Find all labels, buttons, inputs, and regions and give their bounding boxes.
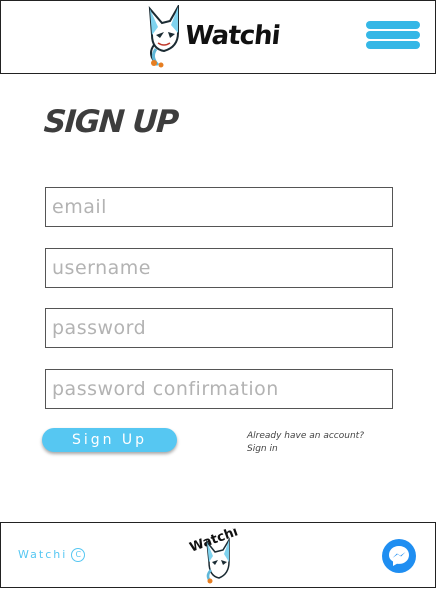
site-header: Watchi	[0, 0, 436, 74]
footer-brand-text: Watchi	[18, 548, 68, 561]
messenger-glyph-icon	[389, 546, 409, 566]
footer-brand: Watchi C	[18, 548, 86, 562]
sign-in-link[interactable]: Sign in	[247, 444, 278, 454]
logo-wordmark: Watchi	[183, 21, 282, 51]
fox-mask-icon: Watchi	[188, 524, 240, 584]
password-field[interactable]	[45, 308, 393, 348]
hamburger-menu-icon[interactable]	[366, 21, 422, 51]
sign-up-button[interactable]: Sign Up	[42, 428, 177, 452]
watchi-logo[interactable]: Watchi	[144, 3, 281, 69]
email-field[interactable]	[45, 187, 393, 227]
already-have-account-text: Already have an account?	[247, 431, 364, 441]
username-field[interactable]	[45, 248, 393, 288]
password-confirmation-field[interactable]	[45, 369, 393, 409]
page-title: SIGN UP	[42, 104, 179, 140]
footer-logo[interactable]: Watchi	[187, 524, 247, 584]
site-footer: Watchi C Watchi	[0, 522, 436, 588]
messenger-icon[interactable]	[382, 539, 416, 573]
copyright-icon: C	[71, 548, 86, 562]
